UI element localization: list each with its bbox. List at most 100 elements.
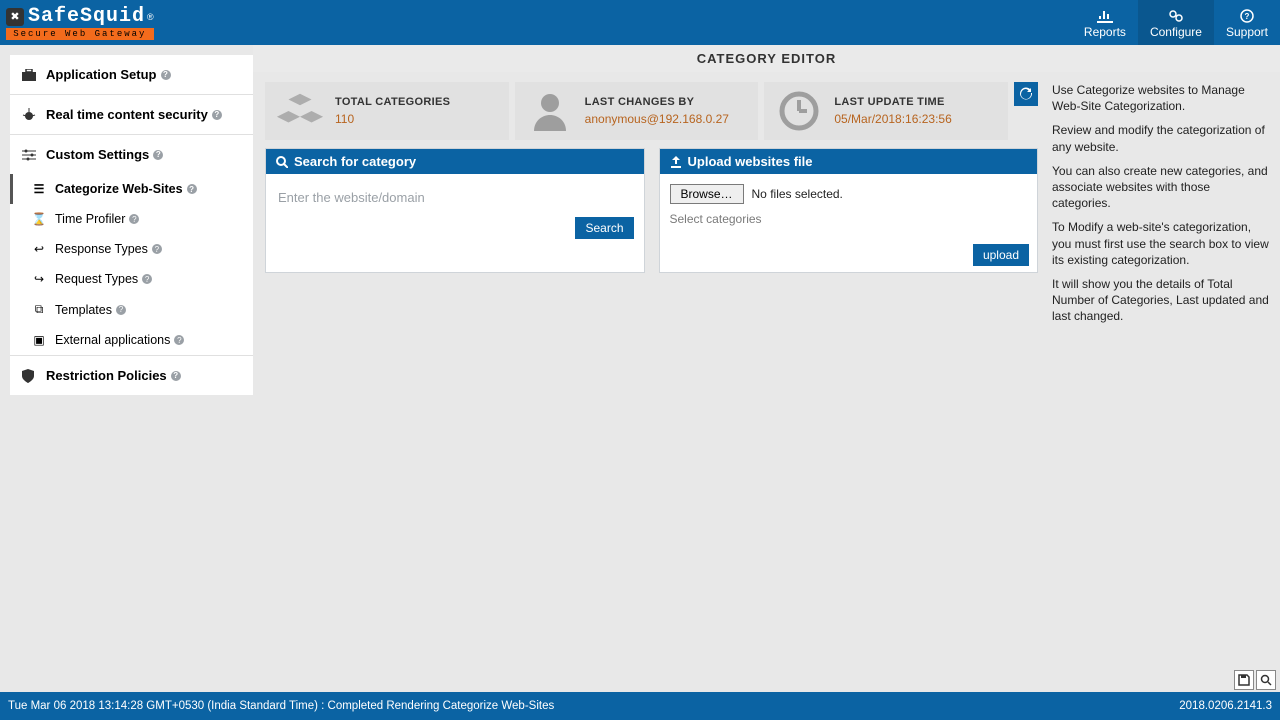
help-icon[interactable]: ? bbox=[171, 371, 181, 381]
upload-button[interactable]: upload bbox=[973, 244, 1029, 266]
sidebar-heading-custom-settings[interactable]: Custom Settings ? bbox=[10, 135, 253, 174]
panel-search-category: Search for category Search bbox=[265, 148, 645, 273]
help-icon[interactable]: ? bbox=[129, 214, 139, 224]
file-status: No files selected. bbox=[752, 187, 843, 201]
brand-name: SafeSquid bbox=[28, 5, 145, 28]
sidebar-heading-label: Real time content security bbox=[46, 107, 208, 122]
refresh-button[interactable] bbox=[1014, 82, 1038, 106]
content-row: TOTAL CATEGORIES 110 LAST CHANGES BY ano… bbox=[253, 72, 1280, 332]
sidebar-item-response-types[interactable]: ↩ Response Types ? bbox=[10, 234, 253, 264]
question-icon: ? bbox=[1240, 9, 1254, 23]
help-icon[interactable]: ? bbox=[161, 70, 171, 80]
sidebar-heading-realtime[interactable]: Real time content security ? bbox=[10, 95, 253, 134]
help-icon[interactable]: ? bbox=[212, 110, 222, 120]
stat-value: 110 bbox=[335, 112, 450, 126]
info-column: Use Categorize websites to Manage Web-Si… bbox=[1048, 82, 1270, 332]
info-paragraph: It will show you the details of Total Nu… bbox=[1052, 276, 1270, 325]
brand-tagline: Secure Web Gateway bbox=[6, 28, 154, 40]
sidebar-item-templates[interactable]: ⧉ Templates ? bbox=[10, 294, 253, 325]
search-button[interactable]: Search bbox=[575, 217, 633, 239]
stat-last-update-time: LAST UPDATE TIME 05/Mar/2018:16:23:56 bbox=[764, 82, 1008, 140]
help-icon[interactable]: ? bbox=[142, 274, 152, 284]
sidebar-panel: Application Setup ? Real time content se… bbox=[10, 55, 253, 395]
save-disk-button[interactable] bbox=[1234, 670, 1254, 690]
sidebar-heading-label: Application Setup bbox=[46, 67, 157, 82]
sidebar-items-custom: ☰ Categorize Web-Sites ? ⌛ Time Profiler… bbox=[10, 174, 253, 355]
sidebar-heading-restriction[interactable]: Restriction Policies ? bbox=[10, 356, 253, 395]
chart-icon bbox=[1097, 9, 1113, 23]
topbar: ✖ SafeSquid ® Secure Web Gateway Reports… bbox=[0, 0, 1280, 45]
svg-text:?: ? bbox=[1245, 12, 1250, 21]
sidebar: Application Setup ? Real time content se… bbox=[0, 45, 253, 692]
topnav-reports[interactable]: Reports bbox=[1072, 0, 1138, 45]
stat-label: TOTAL CATEGORIES bbox=[335, 96, 450, 108]
info-paragraph: You can also create new categories, and … bbox=[1052, 163, 1270, 212]
upload-icon bbox=[670, 156, 682, 168]
shield-icon bbox=[22, 369, 38, 383]
topnav: Reports Configure ? Support bbox=[1072, 0, 1280, 45]
user-icon bbox=[525, 87, 575, 135]
topnav-label: Support bbox=[1226, 25, 1268, 39]
bug-icon bbox=[22, 108, 38, 122]
page-title: CATEGORY EDITOR bbox=[253, 45, 1280, 72]
reply-icon: ↩ bbox=[31, 242, 47, 256]
stats-row: TOTAL CATEGORIES 110 LAST CHANGES BY ano… bbox=[265, 82, 1008, 140]
stat-label: LAST CHANGES BY bbox=[585, 96, 729, 108]
sliders-icon bbox=[22, 149, 38, 161]
brand: ✖ SafeSquid ® Secure Web Gateway bbox=[0, 5, 154, 40]
version-text: 2018.0206.2141.3 bbox=[1179, 700, 1272, 712]
brand-superscript: ® bbox=[147, 12, 154, 22]
sidebar-group-realtime: Real time content security ? bbox=[10, 95, 253, 135]
template-icon: ⧉ bbox=[31, 302, 47, 317]
topnav-label: Configure bbox=[1150, 25, 1202, 39]
brand-logo-icon: ✖ bbox=[6, 8, 24, 26]
stat-label: LAST UPDATE TIME bbox=[834, 96, 951, 108]
sidebar-item-label: Time Profiler bbox=[55, 212, 125, 226]
topnav-support[interactable]: ? Support bbox=[1214, 0, 1280, 45]
topnav-configure[interactable]: Configure bbox=[1138, 0, 1214, 45]
status-text: Tue Mar 06 2018 13:14:28 GMT+0530 (India… bbox=[8, 700, 554, 712]
search-icon bbox=[276, 156, 288, 168]
panels-row: Search for category Search bbox=[265, 140, 1038, 273]
panel-header-upload: Upload websites file bbox=[660, 149, 1038, 174]
browse-button[interactable]: Browse… bbox=[670, 184, 744, 204]
sidebar-item-label: Request Types bbox=[55, 272, 138, 286]
sidebar-item-label: External applications bbox=[55, 333, 170, 347]
stat-last-changes-by: LAST CHANGES BY anonymous@192.168.0.27 bbox=[515, 82, 759, 140]
search-input[interactable] bbox=[276, 184, 634, 211]
info-paragraph: Use Categorize websites to Manage Web-Si… bbox=[1052, 82, 1270, 114]
sidebar-item-categorize[interactable]: ☰ Categorize Web-Sites ? bbox=[10, 174, 253, 204]
forward-icon: ↪ bbox=[31, 272, 47, 286]
panel-title: Upload websites file bbox=[688, 154, 813, 169]
hourglass-icon: ⌛ bbox=[31, 212, 47, 226]
sidebar-heading-application-setup[interactable]: Application Setup ? bbox=[10, 55, 253, 94]
footer-action-buttons bbox=[1234, 670, 1276, 690]
sidebar-heading-label: Restriction Policies bbox=[46, 368, 167, 383]
sidebar-group-restriction: Restriction Policies ? bbox=[10, 356, 253, 395]
list-icon: ☰ bbox=[31, 182, 47, 196]
cogs-icon bbox=[1168, 9, 1184, 23]
topnav-label: Reports bbox=[1084, 25, 1126, 39]
sidebar-item-external-apps[interactable]: ▣ External applications ? bbox=[10, 325, 253, 355]
footer-search-button[interactable] bbox=[1256, 670, 1276, 690]
sidebar-group-custom-settings: Custom Settings ? ☰ Categorize Web-Sites… bbox=[10, 135, 253, 356]
main-layout: Application Setup ? Real time content se… bbox=[0, 45, 1280, 692]
clock-icon bbox=[774, 87, 824, 135]
help-icon[interactable]: ? bbox=[152, 244, 162, 254]
panel-header-search: Search for category bbox=[266, 149, 644, 174]
select-categories-label[interactable]: Select categories bbox=[670, 212, 1028, 226]
help-icon[interactable]: ? bbox=[153, 150, 163, 160]
panel-upload-file: Upload websites file Browse… No files se… bbox=[659, 148, 1039, 273]
panel-title: Search for category bbox=[294, 154, 416, 169]
status-bar: Tue Mar 06 2018 13:14:28 GMT+0530 (India… bbox=[0, 692, 1280, 720]
stat-value: 05/Mar/2018:16:23:56 bbox=[834, 112, 951, 126]
help-icon[interactable]: ? bbox=[187, 184, 197, 194]
main: CATEGORY EDITOR TOTAL CATEGORIES 110 bbox=[253, 45, 1280, 692]
external-icon: ▣ bbox=[31, 333, 47, 347]
help-icon[interactable]: ? bbox=[116, 305, 126, 315]
sidebar-item-time-profiler[interactable]: ⌛ Time Profiler ? bbox=[10, 204, 253, 234]
sidebar-item-request-types[interactable]: ↪ Request Types ? bbox=[10, 264, 253, 294]
sidebar-item-label: Categorize Web-Sites bbox=[55, 182, 183, 196]
stat-total-categories: TOTAL CATEGORIES 110 bbox=[265, 82, 509, 140]
help-icon[interactable]: ? bbox=[174, 335, 184, 345]
